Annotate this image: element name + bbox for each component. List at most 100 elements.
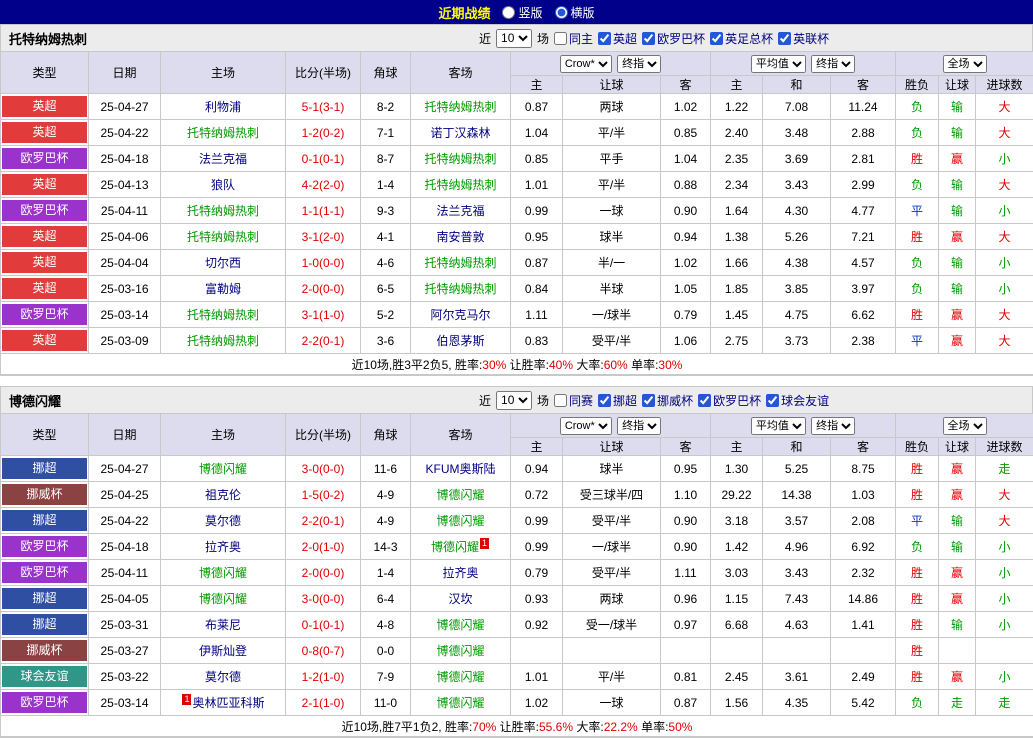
summary-percent: 30% [658,358,682,372]
home-team-link[interactable]: 托特纳姆热刺 [187,308,259,322]
result-handicap: 输 [939,198,976,224]
league-filter[interactable]: 英联杯 [778,30,829,47]
period-select[interactable]: 全场 [943,417,987,435]
home-cell: 博德闪耀 [161,456,286,482]
table-row: 英超 25-04-13 狼队 4-2(2-0) 1-4 托特纳姆热刺 1.01 … [1,172,1033,198]
home-team-link[interactable]: 托特纳姆热刺 [187,230,259,244]
home-team-link[interactable]: 富勒姆 [205,282,241,296]
match-date: 25-04-18 [89,534,161,560]
avg-select[interactable]: 平均值 [751,417,806,435]
table-row: 挪超 25-04-27 博德闪耀 3-0(0-0) 11-6 KFUM奥斯陆 0… [1,456,1033,482]
home-team-link[interactable]: 法兰克福 [199,152,247,166]
league-filter[interactable]: 英足总杯 [710,30,773,47]
same-checkbox[interactable] [554,394,567,407]
handicap-home-odds: 1.01 [511,172,563,198]
away-team-link[interactable]: 博德闪耀 [436,514,484,528]
league-checkbox[interactable] [778,32,791,45]
avg-draw-odds: 4.38 [763,250,831,276]
away-team-link[interactable]: 拉齐奥 [442,566,478,580]
league-type-cell: 英超 [1,328,89,354]
away-team-link[interactable]: 伯恩茅斯 [436,334,484,348]
result-handicap: 输 [939,94,976,120]
league-checkbox[interactable] [710,32,723,45]
away-team-link[interactable]: 博德闪耀 [436,644,484,658]
home-team-link[interactable]: 博德闪耀 [199,462,247,476]
home-team-link[interactable]: 莫尔德 [205,670,241,684]
result-handicap: 走 [939,690,976,716]
league-filter[interactable]: 挪威杯 [642,392,693,409]
top-title-bar: 近期战绩 竖版 横版 [0,0,1033,24]
home-team-link[interactable]: 托特纳姆热刺 [187,334,259,348]
away-team-link[interactable]: 博德闪耀 [436,618,484,632]
away-team-link[interactable]: 法兰克福 [436,204,484,218]
away-team-link[interactable]: 博德闪耀 [436,488,484,502]
league-filter[interactable]: 挪超 [598,392,637,409]
league-checkbox[interactable] [642,32,655,45]
home-team-link[interactable]: 博德闪耀 [199,566,247,580]
away-team-link[interactable]: 托特纳姆热刺 [424,100,496,114]
result-winlose: 负 [896,172,939,198]
home-team-link[interactable]: 托特纳姆热刺 [187,204,259,218]
bookmaker-select[interactable]: Crow* [560,55,612,73]
away-team-link[interactable]: 托特纳姆热刺 [424,152,496,166]
home-team-link[interactable]: 伊斯灿登 [199,644,247,658]
away-team-link[interactable]: 托特纳姆热刺 [424,282,496,296]
home-team-link[interactable]: 祖克伦 [205,488,241,502]
home-team-link[interactable]: 托特纳姆热刺 [187,126,259,140]
away-team-link[interactable]: KFUM奥斯陆 [426,462,496,476]
home-team-link[interactable]: 布莱尼 [205,618,241,632]
home-team-link[interactable]: 利物浦 [205,100,241,114]
league-checkbox[interactable] [766,394,779,407]
odds-time-select[interactable]: 终指 [811,55,855,73]
result-goals [976,638,1033,664]
home-team-link[interactable]: 莫尔德 [205,514,241,528]
away-team-link[interactable]: 博德闪耀 [436,696,484,710]
corner-score: 4-9 [361,508,411,534]
home-team-link[interactable]: 奥林匹亚科斯 [192,696,264,710]
league-checkbox[interactable] [698,394,711,407]
layout-vertical-option[interactable]: 竖版 [502,4,542,21]
odds-time-select[interactable]: 终指 [617,55,661,73]
away-team-link[interactable]: 汉坎 [448,592,472,606]
league-checkbox[interactable] [642,394,655,407]
home-team-link[interactable]: 狼队 [211,178,235,192]
away-team-link[interactable]: 阿尔克马尔 [430,308,490,322]
league-filter[interactable]: 欧罗巴杯 [642,30,705,47]
away-cell: 博德闪耀 [411,612,511,638]
league-filter[interactable]: 球会友谊 [766,392,829,409]
league-checkbox[interactable] [598,394,611,407]
home-team-link[interactable]: 博德闪耀 [199,592,247,606]
avg-select[interactable]: 平均值 [751,55,806,73]
avg-draw-odds: 5.25 [763,456,831,482]
match-count-select[interactable]: 10 [496,29,532,48]
away-team-link[interactable]: 托特纳姆热刺 [424,256,496,270]
horizontal-radio[interactable] [555,6,568,19]
same-checkbox[interactable] [554,32,567,45]
league-filter[interactable]: 英超 [598,30,637,47]
corner-score: 9-3 [361,198,411,224]
same-filter[interactable]: 同赛 [554,392,593,409]
league-filter[interactable]: 欧罗巴杯 [698,392,761,409]
league-checkbox[interactable] [598,32,611,45]
vertical-radio[interactable] [502,6,515,19]
odds-time-select[interactable]: 终指 [617,417,661,435]
handicap-home-odds: 0.99 [511,508,563,534]
league-badge: 英超 [2,252,87,273]
home-team-link[interactable]: 切尔西 [205,256,241,270]
match-count-select[interactable]: 10 [496,391,532,410]
period-select[interactable]: 全场 [943,55,987,73]
odds-time-select[interactable]: 终指 [811,417,855,435]
col-goals: 进球数 [976,438,1033,456]
bookmaker-select[interactable]: Crow* [560,417,612,435]
away-team-link[interactable]: 托特纳姆热刺 [424,178,496,192]
score: 0-8(0-7) [286,638,361,664]
layout-horizontal-option[interactable]: 横版 [555,4,595,21]
league-type-cell: 欧罗巴杯 [1,302,89,328]
away-team-link[interactable]: 博德闪耀 [431,540,479,554]
away-team-link[interactable]: 博德闪耀 [436,670,484,684]
away-team-link[interactable]: 南安普敦 [436,230,484,244]
match-date: 25-04-27 [89,94,161,120]
away-team-link[interactable]: 诺丁汉森林 [430,126,490,140]
home-team-link[interactable]: 拉齐奥 [205,540,241,554]
same-filter[interactable]: 同主 [554,30,593,47]
